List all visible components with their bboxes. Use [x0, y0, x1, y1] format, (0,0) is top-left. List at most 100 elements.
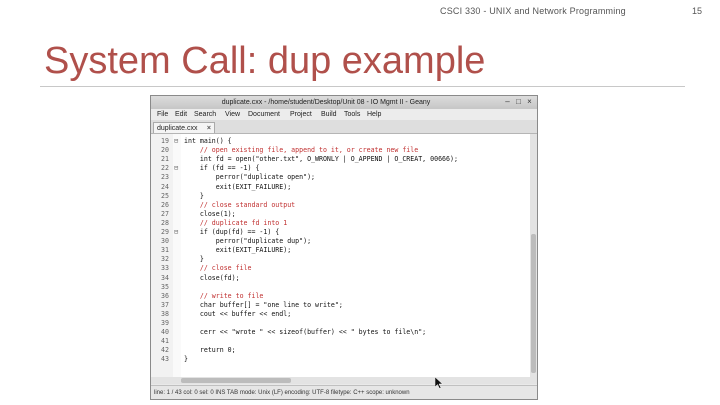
tab-close-icon[interactable]: × [207, 123, 211, 134]
code-line[interactable]: 41 [151, 337, 537, 346]
maximize-icon[interactable]: □ [514, 97, 523, 107]
vertical-scrollbar[interactable] [530, 134, 537, 377]
code-line[interactable]: 40 cerr << "wrote " << sizeof(buffer) <<… [151, 328, 537, 337]
line-number: 43 [161, 355, 169, 364]
code-line[interactable]: 36 // write to file [151, 292, 537, 301]
code-text: if (fd == -1) { [184, 164, 260, 173]
fold-marker-icon[interactable]: ⊟ [174, 164, 180, 173]
code-line[interactable]: 39 [151, 319, 537, 328]
line-number: 23 [161, 173, 169, 182]
code-text: // close standard output [184, 200, 296, 209]
code-line[interactable]: 21 int fd = open("other.txt", O_WRONLY |… [151, 155, 537, 164]
code-text: } [184, 191, 204, 200]
code-editor[interactable]: 19 ⊟ int main() {20 // open existing file,… [151, 134, 537, 377]
line-number: 19 [161, 137, 169, 145]
code-text: // duplicate fd into 1 [184, 218, 288, 227]
code-text: exit(EXIT_FAILURE); [184, 182, 292, 191]
code-text: cout << buffer << endl; [184, 309, 292, 318]
line-number: 31 [161, 246, 169, 255]
menu-help[interactable]: Help [367, 109, 381, 120]
code-line[interactable]: 29 ⊟ if (dup(fd) == -1) { [151, 228, 537, 237]
code-line[interactable]: 42 return 0; [151, 346, 537, 355]
code-line[interactable]: 25 } [151, 192, 537, 201]
menu-bar: File Edit Search View Document Project B… [151, 109, 537, 120]
code-line[interactable]: 22 ⊟ if (fd == -1) { [151, 164, 537, 173]
tab-duplicate-cxx[interactable]: duplicate.cxx × [153, 122, 215, 133]
line-number: 30 [161, 237, 169, 246]
line-number: 40 [161, 328, 169, 337]
line-number: 34 [161, 273, 169, 282]
code-text: perror("duplicate open"); [184, 173, 316, 182]
line-number: 37 [161, 300, 169, 309]
close-icon[interactable]: × [525, 97, 534, 107]
menu-edit[interactable]: Edit [175, 109, 187, 120]
slide-header: CSCI 330 - UNIX and Network Programming [440, 6, 626, 16]
code-text: cerr << "wrote " << sizeof(buffer) << " … [184, 328, 427, 337]
horizontal-scrollbar[interactable] [151, 377, 537, 384]
window-titlebar[interactable]: duplicate.cxx - /home/student/Desktop/Un… [151, 96, 537, 109]
code-line[interactable]: 35 [151, 283, 537, 292]
line-number: 25 [161, 191, 169, 200]
code-line[interactable]: 28 // duplicate fd into 1 [151, 219, 537, 228]
line-number: 26 [161, 200, 169, 209]
code-line[interactable]: 34 close(fd); [151, 274, 537, 283]
title-divider [40, 86, 685, 87]
code-text: // open existing file, append to it, or … [184, 146, 419, 155]
vertical-scrollbar-thumb[interactable] [531, 234, 536, 373]
line-number: 28 [161, 218, 169, 227]
code-text: char buffer[] = "one line to write"; [184, 300, 343, 309]
code-text: close(fd); [184, 273, 240, 282]
code-line[interactable]: 43} [151, 355, 537, 364]
menu-tools[interactable]: Tools [344, 109, 360, 120]
line-number: 36 [161, 291, 169, 300]
menu-search[interactable]: Search [194, 109, 216, 120]
horizontal-scrollbar-thumb[interactable] [181, 378, 291, 383]
page-title: System Call: dup example [44, 40, 486, 82]
fold-marker-icon[interactable]: ⊟ [174, 228, 180, 237]
minimize-icon[interactable]: – [503, 97, 512, 107]
line-number: 22 [161, 164, 169, 173]
code-text: } [184, 255, 204, 264]
menu-file[interactable]: File [157, 109, 168, 120]
line-number: 32 [161, 255, 169, 264]
code-line[interactable]: 23 perror("duplicate open"); [151, 173, 537, 182]
code-line[interactable]: 26 // close standard output [151, 201, 537, 210]
code-line[interactable]: 38 cout << buffer << endl; [151, 310, 537, 319]
code-line[interactable]: 32 } [151, 255, 537, 264]
code-text: int main() { [184, 137, 232, 145]
line-number: 35 [161, 282, 169, 291]
menu-build[interactable]: Build [321, 109, 337, 120]
code-text: if (dup(fd) == -1) { [184, 228, 280, 236]
fold-marker-icon[interactable]: ⊟ [174, 137, 180, 146]
code-line[interactable]: 20 // open existing file, append to it, … [151, 146, 537, 155]
code-text: exit(EXIT_FAILURE); [184, 246, 292, 255]
tab-label: duplicate.cxx [157, 125, 198, 132]
code-line[interactable]: 27 close(1); [151, 210, 537, 219]
code-line[interactable]: 19 ⊟ int main() { [151, 137, 537, 146]
menu-project[interactable]: Project [290, 109, 312, 120]
menu-view[interactable]: View [225, 109, 240, 120]
line-number: 24 [161, 182, 169, 191]
window-title: duplicate.cxx - /home/student/Desktop/Un… [221, 99, 431, 106]
line-number: 41 [161, 337, 169, 346]
document-tab-bar: duplicate.cxx × [151, 120, 537, 134]
status-bar: line: 1 / 43 col: 0 sel: 0 INS TAB mode:… [151, 385, 537, 399]
line-number: 20 [161, 146, 169, 155]
code-text: perror("duplicate dup"); [184, 237, 312, 246]
menu-document[interactable]: Document [248, 109, 280, 120]
slide-page-number: 15 [692, 6, 703, 16]
line-number: 42 [161, 346, 169, 355]
line-number: 21 [161, 155, 169, 164]
code-line[interactable]: 37 char buffer[] = "one line to write"; [151, 301, 537, 310]
code-line[interactable]: 30 perror("duplicate dup"); [151, 237, 537, 246]
geany-window: duplicate.cxx - /home/student/Desktop/Un… [150, 95, 538, 400]
code-line[interactable]: 24 exit(EXIT_FAILURE); [151, 183, 537, 192]
code-line[interactable]: 31 exit(EXIT_FAILURE); [151, 246, 537, 255]
code-line[interactable]: 33 // close file [151, 264, 537, 273]
code-text: } [184, 355, 188, 364]
code-text: int fd = open("other.txt", O_WRONLY | O_… [184, 155, 458, 164]
line-number: 39 [161, 319, 169, 327]
mouse-pointer-icon [434, 376, 444, 389]
code-text: return 0; [184, 346, 236, 355]
code-text: // write to file [184, 291, 264, 300]
